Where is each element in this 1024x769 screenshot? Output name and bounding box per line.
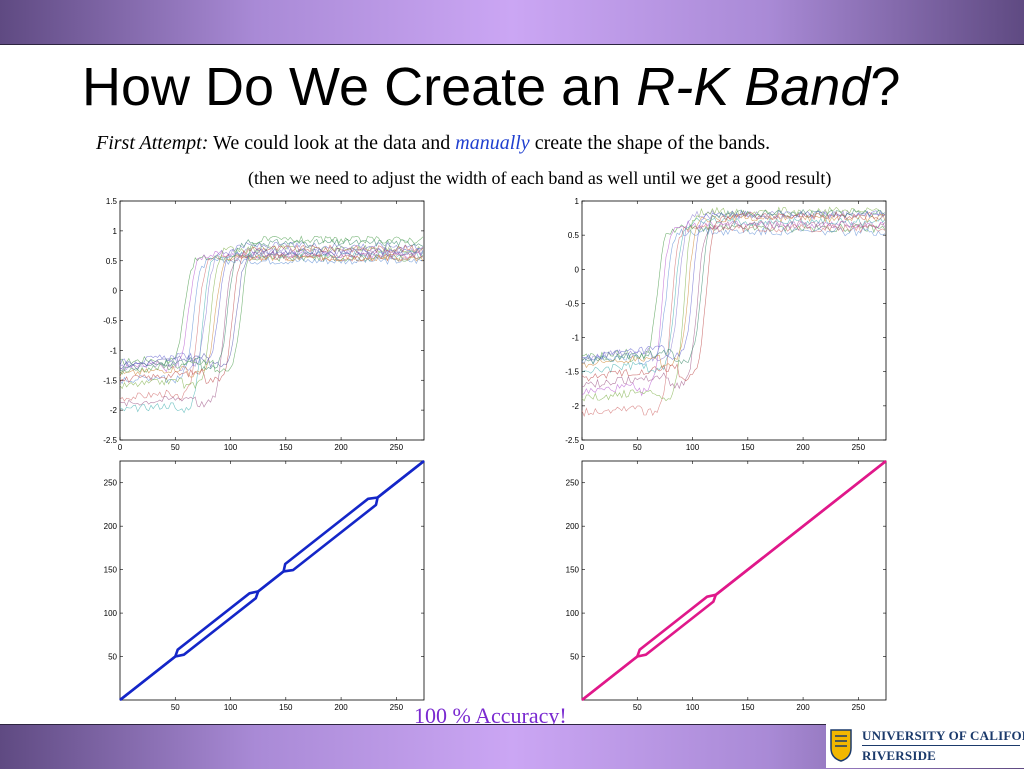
x-tick-label: 0 [118,443,123,452]
series-line [119,244,423,390]
series-line [581,216,886,374]
y-tick-label: -1 [110,346,118,355]
x-tick-label: 200 [334,443,348,452]
y-tick-label: 200 [104,522,118,531]
x-tick-label: 50 [633,443,642,452]
subtitle: First Attempt: We could look at the data… [96,132,770,155]
chart-time-series-right: 0 50 100 150 200 250 1 0.5 0 -0.5 -1 -1.5 -2 -2.5 [565,197,887,452]
chart-band-right: 50 100 150 200 250 250 200 150 100 50 [566,459,887,712]
title-emphasis: R-K Band [636,57,871,117]
x-tick-label: 150 [741,703,755,712]
x-tick-label: 100 [224,703,238,712]
y-tick-label: 100 [566,609,580,618]
series-line [581,206,885,402]
y-tick-label: 1.5 [106,197,118,206]
series-line [119,238,424,373]
y-tick-label: 0 [575,265,580,274]
y-tick-label: 0.5 [568,231,580,240]
x-tick-label: 150 [279,703,293,712]
x-tick-label: 200 [334,703,348,712]
y-tick-label: -2 [110,406,118,415]
y-tick-label: 1 [113,227,118,236]
title-main: How Do We Create an [82,57,637,117]
series-line [581,209,886,362]
y-tick-label: 250 [566,479,580,488]
chart-time-series-left: 0 50 100 150 200 250 1.5 1 0.5 0 -0.5 -1 -1.5 -2 -2.5 [103,197,425,452]
logo-line-2: RIVERSIDE [862,748,937,763]
subtitle-part-a: We could look at the data and [208,132,456,154]
series-line [119,250,424,408]
x-tick-label: 250 [390,443,404,452]
series-line [119,247,424,370]
x-tick-label: 150 [741,443,755,452]
plot-frame [581,200,887,441]
x-tick-label: 200 [796,443,810,452]
x-tick-label: 100 [686,703,700,712]
x-tick-label: 50 [633,703,642,712]
slide-title: How Do We Create an R-K Band? [82,52,900,122]
y-tick-label: -1.5 [103,376,117,385]
logo-line-1: UNIVERSITY OF CALIFORNIA [862,728,1024,743]
y-tick-label: 100 [104,609,118,618]
series-line [581,213,886,369]
y-tick-label: -1 [572,334,580,343]
top-decorative-band [0,0,1024,45]
x-tick-label: 100 [686,443,700,452]
series-line [119,250,424,414]
x-tick-label: 50 [171,703,180,712]
series-line [581,226,886,366]
title-end: ? [870,57,901,117]
series-line [119,256,423,384]
y-tick-label: 50 [570,653,579,662]
x-tick-label: 250 [852,443,866,452]
y-tick-label: 0 [113,287,118,296]
y-tick-label: -0.5 [103,317,117,326]
series-line [581,220,886,397]
series-line [581,223,886,363]
y-tick-label: 0.5 [106,257,118,266]
band-lower [119,459,425,702]
y-tick-label: -2 [572,402,580,411]
x-tick-label: 0 [580,443,585,452]
subtitle-lead: First Attempt: [96,132,209,154]
series-line [119,242,424,366]
y-tick-label: 150 [104,566,118,575]
series-line [119,250,424,373]
y-tick-label: -2.5 [565,436,579,445]
series-line [581,208,886,365]
series-line [119,253,424,366]
y-tick-label: 1 [575,197,580,206]
series-line [581,220,886,390]
x-tick-label: 250 [390,703,404,712]
y-tick-label: 200 [566,522,580,531]
series-line [581,209,886,361]
series-line [581,223,886,418]
band-lower [581,459,887,702]
x-tick-label: 50 [171,443,180,452]
logo-rule [862,745,1020,746]
y-tick-label: 50 [108,653,117,662]
y-tick-label: -0.5 [565,299,579,308]
y-tick-label: -2.5 [103,436,117,445]
chart-band-left: 50 100 150 200 250 250 200 150 100 50 [104,459,425,712]
ucr-logo: UNIVERSITY OF CALIFORNIA RIVERSIDE [826,724,1024,768]
subtitle-part-b: create the shape of the bands. [529,132,771,154]
x-tick-label: 250 [852,703,866,712]
x-tick-label: 100 [224,443,238,452]
series-line [119,247,424,372]
shield-icon [830,729,852,762]
x-tick-label: 150 [279,443,293,452]
y-tick-label: 150 [566,566,580,575]
x-tick-label: 200 [796,703,810,712]
subtitle-highlight: manually [455,132,530,154]
y-tick-label: 250 [104,479,118,488]
y-tick-label: -1.5 [565,368,579,377]
subtitle-note: (then we need to adjust the width of eac… [248,168,832,188]
